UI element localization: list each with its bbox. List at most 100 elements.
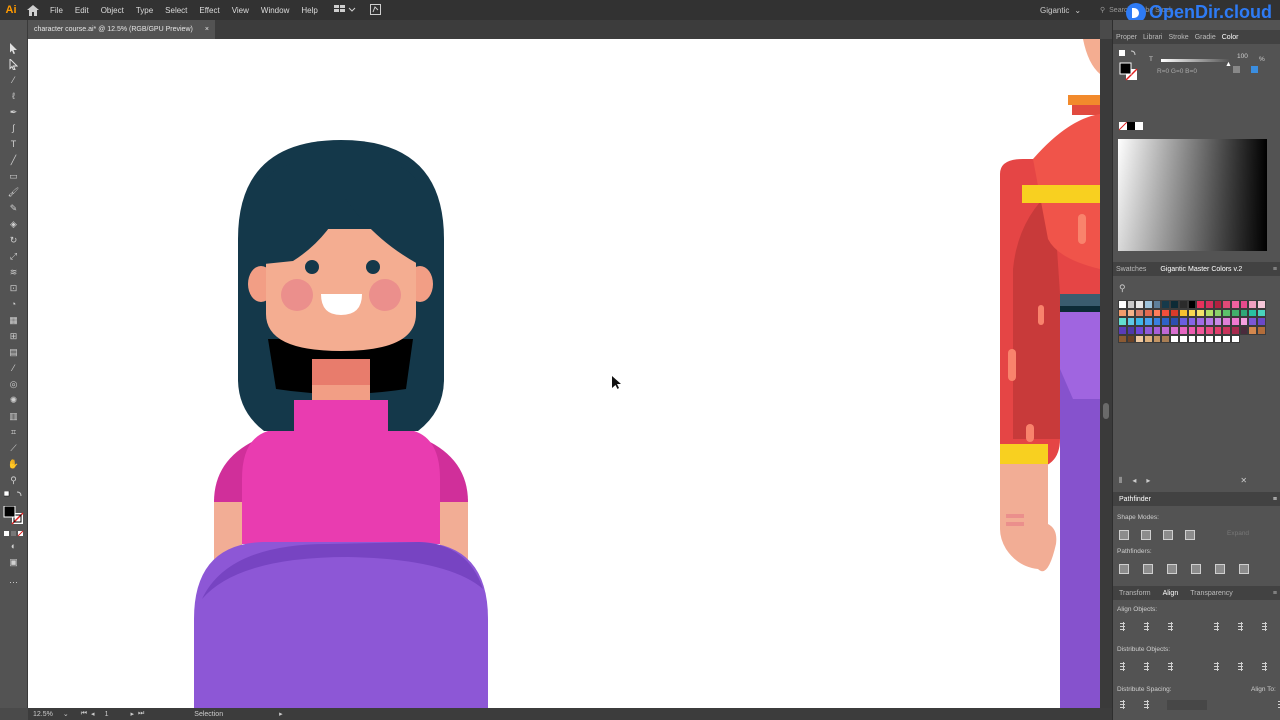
color-swatch[interactable] — [1135, 317, 1145, 327]
tab-swatches[interactable]: Swatches — [1113, 266, 1149, 273]
free-transform-tool-icon[interactable]: ⊡ — [7, 282, 20, 294]
tab-properties[interactable]: Proper — [1113, 34, 1140, 41]
next-library-icon[interactable]: ▸ — [1146, 476, 1150, 486]
intersect-icon[interactable] — [1163, 530, 1173, 540]
color-swatch[interactable] — [1152, 300, 1162, 309]
swatch-grid[interactable] — [1118, 300, 1267, 344]
scale-tool-icon[interactable]: ⤢ — [7, 250, 20, 262]
paintbrush-tool-icon[interactable]: 🖌 — [7, 186, 20, 198]
color-swatch[interactable] — [1204, 317, 1214, 327]
panel-fill-stroke-icon[interactable] — [1119, 50, 1139, 88]
swatch-tools-icon[interactable]: ✕ — [1240, 476, 1247, 486]
color-swatch[interactable] — [1170, 326, 1179, 335]
color-swatch[interactable] — [1187, 300, 1197, 309]
color-swatch[interactable] — [1196, 334, 1205, 344]
color-swatch[interactable] — [1170, 308, 1179, 318]
color-swatch[interactable] — [1230, 334, 1240, 344]
color-swatch[interactable] — [1118, 300, 1127, 309]
column-graph-tool-icon[interactable]: ▥ — [7, 410, 20, 422]
color-spectrum[interactable] — [1118, 139, 1267, 251]
next-artboard-icon[interactable]: ▸ — [130, 710, 134, 718]
out-of-gamut-icon[interactable] — [1233, 66, 1263, 76]
color-swatch[interactable] — [1161, 326, 1171, 335]
color-swatch[interactable] — [1213, 326, 1223, 335]
color-swatch[interactable] — [1118, 334, 1127, 344]
lasso-tool-icon[interactable]: ℓ — [7, 90, 20, 102]
document-tab[interactable]: character course.ai* @ 12.5% (RGB/GPU Pr… — [28, 20, 215, 39]
chevron-down-icon[interactable]: ⌄ — [63, 710, 69, 718]
color-swatch[interactable] — [1178, 317, 1188, 327]
color-swatch[interactable] — [1118, 317, 1127, 327]
line-tool-icon[interactable]: ╱ — [7, 154, 20, 166]
color-swatch[interactable] — [1204, 308, 1214, 318]
menu-object[interactable]: Object — [95, 6, 130, 15]
menu-select[interactable]: Select — [159, 6, 193, 15]
color-swatch[interactable] — [1126, 334, 1136, 344]
gpu-performance-icon[interactable] — [369, 3, 381, 17]
pencil-tool-icon[interactable]: ✎ — [7, 202, 20, 214]
color-swatch[interactable] — [1126, 300, 1136, 309]
color-swatch[interactable] — [1196, 300, 1205, 309]
eyedropper-tool-icon[interactable]: ⁄ — [7, 362, 20, 374]
color-swatch[interactable] — [1178, 308, 1188, 318]
menu-window[interactable]: Window — [255, 6, 295, 15]
align-left-icon[interactable] — [1119, 622, 1129, 632]
color-swatch[interactable] — [1118, 326, 1127, 335]
color-swatch[interactable] — [1161, 334, 1171, 344]
scrollbar-thumb[interactable] — [1103, 403, 1109, 419]
tab-stroke[interactable]: Stroke — [1165, 34, 1191, 41]
prev-artboard-icon[interactable]: ◂ — [91, 710, 95, 718]
color-swatch[interactable] — [1126, 308, 1136, 318]
tab-align[interactable]: Align — [1160, 590, 1182, 597]
color-swatch[interactable] — [1257, 317, 1266, 327]
status-menu-icon[interactable]: ▸ — [279, 710, 283, 718]
color-swatch[interactable] — [1170, 334, 1179, 344]
color-swatch[interactable] — [1118, 308, 1127, 318]
gradient-tool-icon[interactable]: ▤ — [7, 346, 20, 358]
magic-wand-tool-icon[interactable]: ⁄ — [7, 74, 20, 86]
home-icon[interactable] — [22, 0, 44, 20]
tint-slider-handle-icon[interactable]: ▲ — [1225, 61, 1232, 68]
color-swatch[interactable] — [1152, 317, 1162, 327]
color-swatch[interactable] — [1161, 308, 1171, 318]
tab-gigantic-master-colors[interactable]: Gigantic Master Colors v.2 — [1157, 266, 1245, 273]
color-swatch[interactable] — [1161, 317, 1171, 327]
color-swatch[interactable] — [1213, 308, 1223, 318]
color-swatch[interactable] — [1257, 326, 1266, 335]
last-artboard-icon[interactable]: ⏭ — [138, 710, 144, 718]
color-swatch[interactable] — [1144, 334, 1153, 344]
panel-menu-icon[interactable]: ≡ — [1273, 496, 1280, 503]
close-tab-icon[interactable]: × — [205, 26, 209, 33]
color-swatch[interactable] — [1144, 317, 1153, 327]
fill-stroke-icon[interactable] — [3, 506, 25, 526]
color-swatch[interactable] — [1126, 326, 1136, 335]
vertical-spacing-icon[interactable] — [1119, 700, 1129, 710]
align-top-icon[interactable] — [1213, 622, 1223, 632]
color-swatch[interactable] — [1213, 300, 1223, 309]
panel-menu-icon[interactable]: ≡ — [1270, 590, 1280, 597]
color-swatch[interactable] — [1222, 334, 1231, 344]
zoom-level[interactable]: 12.5% — [33, 711, 53, 718]
curvature-tool-icon[interactable]: ∫ — [7, 122, 20, 134]
color-swatch[interactable] — [1222, 326, 1231, 335]
color-mode-icons[interactable] — [4, 528, 24, 540]
panel-menu-icon[interactable]: ≡ — [1270, 266, 1280, 273]
color-swatch[interactable] — [1170, 317, 1179, 327]
none-white-black-swatches[interactable] — [1118, 121, 1143, 133]
color-swatch[interactable] — [1152, 326, 1162, 335]
color-swatch[interactable] — [1187, 317, 1197, 327]
mesh-tool-icon[interactable]: ⊞ — [7, 330, 20, 342]
distribute-bottom-icon[interactable] — [1167, 662, 1177, 672]
color-swatch[interactable] — [1248, 326, 1257, 335]
color-swatch[interactable] — [1248, 308, 1257, 318]
artboard-tool-icon[interactable]: ⌗ — [7, 426, 20, 438]
color-swatch[interactable] — [1126, 317, 1136, 327]
color-swatch[interactable] — [1187, 308, 1197, 318]
arrange-documents[interactable] — [333, 3, 381, 17]
color-swatch[interactable] — [1222, 317, 1231, 327]
color-swatch[interactable] — [1248, 317, 1257, 327]
type-tool-icon[interactable]: T — [7, 138, 20, 150]
distribute-top-icon[interactable] — [1119, 662, 1129, 672]
perspective-grid-tool-icon[interactable]: ▦ — [7, 314, 20, 326]
color-swatch[interactable] — [1178, 326, 1188, 335]
